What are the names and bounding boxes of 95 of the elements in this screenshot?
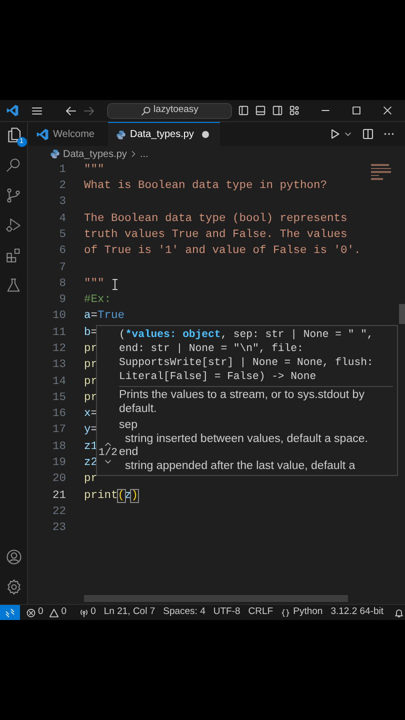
line-number: 21 bbox=[51, 488, 66, 504]
code-line: What is Boolean data type in python? bbox=[84, 178, 328, 194]
python-file-icon bbox=[116, 130, 126, 140]
breadcrumb-item[interactable]: Data_types.py bbox=[63, 146, 127, 162]
status-item[interactable]: UTF-8 bbox=[213, 605, 240, 620]
secondary-sidebar-icon[interactable] bbox=[272, 105, 283, 116]
language-mode[interactable]: Python bbox=[281, 605, 323, 620]
extensions-icon[interactable] bbox=[5, 247, 22, 264]
run-debug-icon[interactable] bbox=[5, 217, 22, 234]
warning-icon bbox=[49, 608, 60, 618]
code-line: The Boolean data type (bool) represents bbox=[84, 212, 348, 227]
line-number: 7 bbox=[58, 260, 66, 276]
status-item[interactable]: 3.12.2 64-bit bbox=[330, 605, 384, 620]
errors-status[interactable]: 0 bbox=[26, 605, 44, 620]
line-number: 20 bbox=[51, 472, 66, 488]
scrollbar-thumb[interactable] bbox=[399, 304, 405, 324]
flask-icon[interactable] bbox=[5, 277, 22, 294]
scrollbar-thumb[interactable] bbox=[84, 595, 348, 602]
line-number: 10 bbox=[51, 309, 66, 324]
antenna-icon bbox=[78, 608, 89, 618]
code-line: z1 bbox=[84, 440, 98, 455]
line-number: 23 bbox=[51, 521, 66, 536]
code-line: """ bbox=[84, 162, 104, 178]
close-icon[interactable] bbox=[382, 105, 393, 116]
search-icon bbox=[140, 106, 151, 116]
line-number: 3 bbox=[58, 195, 66, 210]
line-number: 22 bbox=[51, 504, 66, 520]
line-number: 5 bbox=[58, 228, 66, 243]
chevron-up-icon[interactable] bbox=[104, 441, 112, 447]
back-arrow-icon[interactable] bbox=[65, 104, 77, 116]
line-number: 9 bbox=[58, 293, 66, 308]
code-line: #Ex: bbox=[84, 293, 112, 308]
parameter-name: end bbox=[119, 446, 140, 460]
code-line: z2 bbox=[84, 456, 98, 472]
line-number: 12 bbox=[51, 342, 66, 357]
line-number: 6 bbox=[58, 244, 66, 260]
source-control-icon[interactable] bbox=[5, 187, 22, 204]
line-number: 19 bbox=[51, 456, 66, 472]
sidebar-toggle-icon[interactable] bbox=[238, 105, 249, 116]
status-item[interactable]: Spaces: 4 bbox=[163, 605, 206, 620]
search-field[interactable]: lazytoeasy bbox=[107, 102, 232, 118]
line-number: 14 bbox=[51, 374, 66, 390]
line-number: 4 bbox=[58, 212, 66, 227]
parameter-description: string appended after the last value, default a bbox=[124, 460, 356, 473]
vscode-logo-icon bbox=[36, 128, 49, 141]
line-number: 1 bbox=[58, 162, 66, 178]
chevron-down-icon[interactable] bbox=[344, 130, 352, 138]
warnings-status[interactable]: 0 bbox=[49, 605, 67, 620]
menu-icon[interactable] bbox=[31, 104, 43, 116]
overload-counter: 1/2 bbox=[98, 447, 118, 459]
code-line: of True is '1' and value of False is '0'. bbox=[84, 244, 361, 260]
code-line: pr bbox=[84, 374, 98, 390]
status-item[interactable]: Ln 21, Col 7 bbox=[104, 605, 156, 620]
panel-toggle-icon[interactable] bbox=[255, 105, 266, 116]
remote-button[interactable] bbox=[0, 605, 20, 620]
run-icon[interactable] bbox=[329, 128, 341, 140]
text-cursor-icon bbox=[112, 278, 118, 290]
braces-icon bbox=[281, 608, 290, 618]
settings-icon[interactable] bbox=[4, 578, 22, 596]
code-line: pr bbox=[84, 342, 98, 357]
line-number: 13 bbox=[51, 358, 66, 374]
error-icon bbox=[26, 608, 36, 618]
line-number: 11 bbox=[51, 326, 66, 341]
code-line: truth values True and False. The values bbox=[84, 228, 348, 243]
chevron-down-icon[interactable] bbox=[104, 459, 112, 465]
line-number: 17 bbox=[51, 423, 66, 438]
forward-arrow-icon[interactable] bbox=[83, 104, 95, 116]
maximize-icon[interactable] bbox=[351, 105, 362, 116]
line-number: 15 bbox=[51, 390, 66, 406]
function-signature: (*values: object, sep: str | None = " ", end: str | None = "\n", file: SupportsWrite[str] | None = None, flush: Literal[False] = False) -> None bbox=[119, 326, 393, 387]
line-number: 8 bbox=[58, 276, 66, 292]
breadcrumb-item[interactable]: ... bbox=[140, 146, 148, 162]
python-file-icon bbox=[50, 149, 60, 159]
line-number: 16 bbox=[51, 407, 66, 422]
editor-tab[interactable]: Data_types.py bbox=[108, 122, 220, 146]
code-line: pr bbox=[84, 358, 98, 374]
account-icon[interactable] bbox=[4, 548, 22, 566]
code-line: pr bbox=[84, 390, 98, 406]
code-line: a=True bbox=[84, 309, 125, 324]
chevron-right-icon bbox=[130, 150, 137, 158]
line-number: 2 bbox=[58, 179, 66, 194]
parameter-description: string inserted between values, default a space. bbox=[124, 432, 369, 446]
parameter-name: sep bbox=[119, 419, 139, 432]
bell-icon[interactable] bbox=[394, 608, 404, 618]
remote-icon bbox=[5, 608, 15, 618]
search-icon[interactable] bbox=[5, 157, 22, 174]
ports-status[interactable]: 0 bbox=[78, 605, 96, 620]
layout-icon[interactable] bbox=[289, 105, 300, 116]
doc-summary: Prints the values to a stream, or to sys.stdout by default. bbox=[119, 389, 366, 416]
line-number: 18 bbox=[51, 440, 66, 455]
code-line: """ bbox=[84, 276, 104, 292]
status-item[interactable]: CRLF bbox=[248, 605, 274, 620]
split-editor-icon[interactable] bbox=[362, 128, 374, 140]
code-line: pr bbox=[84, 472, 98, 488]
vscode-logo-icon bbox=[6, 104, 19, 117]
